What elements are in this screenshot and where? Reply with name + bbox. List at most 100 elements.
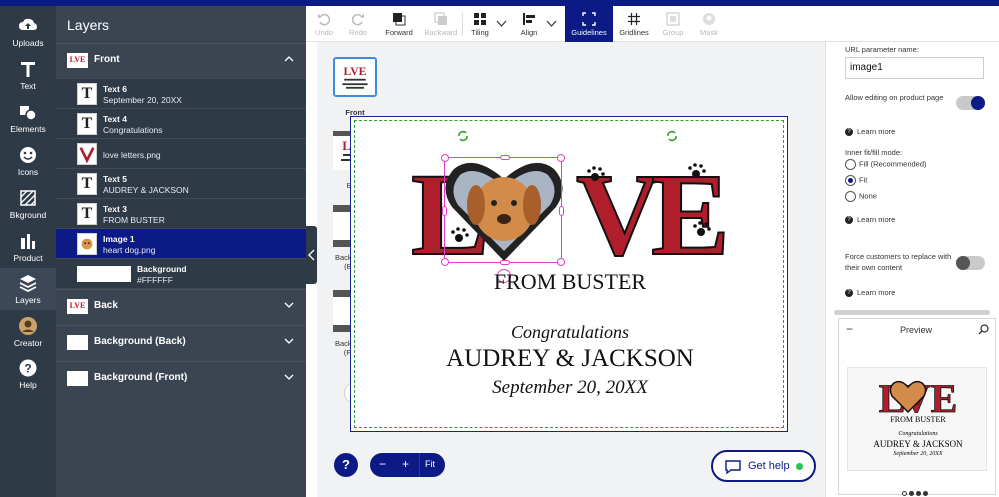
undo-button[interactable]: Undo (312, 6, 336, 42)
tool-label: Backward (424, 28, 458, 37)
resize-handle[interactable] (500, 260, 510, 265)
layer-content: #FFFFFF (137, 275, 173, 285)
layers-icon (19, 275, 37, 293)
tiling-button[interactable]: Tiling (466, 6, 494, 42)
zoom-controls: − + Fit (370, 453, 445, 477)
text-layer-icon: T (77, 83, 97, 105)
learn-more-link[interactable]: ? Learn more (845, 288, 895, 298)
refresh-icon (458, 130, 468, 142)
names-text[interactable]: AUDREY & JACKSON (351, 345, 789, 373)
tool-rail: Uploads Text Elements Icons Bkground Pro… (0, 6, 56, 497)
group-button[interactable]: Group (657, 6, 689, 42)
svg-text:LVE: LVE (344, 65, 367, 78)
zoom-out-button[interactable]: − (379, 457, 386, 471)
layer-text-6[interactable]: T Text 6 September 20, 20XX (56, 78, 306, 108)
learn-more-link[interactable]: ? Learn more (845, 127, 896, 137)
date-text[interactable]: September 20, 20XX (351, 377, 789, 399)
radio-fit[interactable]: Fit (845, 175, 867, 186)
layer-image-1[interactable]: Image 1 heart dog.png (56, 228, 306, 258)
resize-handle[interactable] (500, 155, 510, 160)
resize-handle[interactable] (557, 154, 565, 162)
page-thumb-front[interactable]: LVE (333, 57, 377, 97)
rail-text[interactable]: Text (0, 59, 56, 99)
pager-dot[interactable] (902, 491, 907, 496)
mask-icon (703, 13, 715, 25)
rail-elements[interactable]: Elements (0, 102, 56, 142)
image-layer-thumbnail (77, 143, 97, 165)
align-button[interactable]: Align (515, 6, 543, 42)
pager-dot[interactable] (923, 491, 928, 496)
layer-text-3[interactable]: T Text 3 FROM BUSTER (56, 198, 306, 228)
zoom-in-button[interactable]: + (402, 457, 409, 471)
redo-button[interactable]: Redo (346, 6, 370, 42)
layer-group-background-front[interactable]: Background (Front) (56, 361, 306, 395)
panel-scrollbar[interactable] (834, 310, 990, 315)
radio-none[interactable]: None (845, 191, 877, 202)
design-card[interactable]: L V E FROM BUSTER Congratulations AUDREY… (350, 116, 788, 432)
radio-fill[interactable]: Fill (Recommended) (845, 159, 927, 170)
group-icon (666, 12, 680, 26)
learn-more-label: Learn more (857, 127, 896, 136)
rail-help[interactable]: ? Help (0, 358, 56, 398)
get-help-button[interactable]: Get help (711, 450, 816, 482)
learn-more-link[interactable]: ? Learn more (845, 215, 895, 225)
help-button[interactable]: ? (334, 453, 358, 477)
resize-handle[interactable] (442, 206, 447, 216)
layer-name: Image 1 (103, 234, 135, 244)
layer-love-letters[interactable]: love letters.png (56, 138, 306, 168)
tiling-dropdown-chevron-icon[interactable] (496, 20, 507, 28)
collapse-panel-handle[interactable] (306, 226, 317, 284)
gridlines-button[interactable]: Gridlines (615, 6, 653, 42)
resize-handle[interactable] (559, 206, 564, 216)
preview-collapse-button[interactable]: − (846, 322, 853, 336)
backward-button[interactable]: Backward (422, 6, 460, 42)
rail-creator[interactable]: Creator (0, 316, 56, 356)
mask-button[interactable]: Mask (695, 6, 723, 42)
layer-group-back[interactable]: LVE Back (56, 289, 306, 323)
congratulations-text[interactable]: Congratulations (351, 322, 789, 343)
rail-uploads[interactable]: Uploads (0, 16, 56, 56)
svg-text:?: ? (24, 362, 31, 376)
layer-text-4[interactable]: T Text 4 Congratulations (56, 108, 306, 138)
search-icon[interactable] (978, 324, 989, 335)
force-replace-toggle[interactable] (956, 256, 985, 270)
tool-label: Gridlines (619, 28, 649, 37)
align-dropdown-chevron-icon[interactable] (546, 20, 557, 28)
help-icon: ? (845, 128, 853, 137)
inner-fit-label: Inner fit/fill mode: (845, 148, 903, 157)
rail-layers[interactable]: Layers (0, 268, 56, 310)
layer-name: Text 6 (103, 84, 127, 94)
layer-background[interactable]: Background #FFFFFF (56, 258, 306, 288)
background-swatch (77, 266, 131, 282)
layer-group-front[interactable]: LVE Front (56, 43, 306, 77)
layers-title: Layers (67, 17, 110, 33)
pager-dot[interactable] (916, 491, 921, 496)
refresh-icon (667, 130, 677, 142)
pager-dot[interactable] (909, 491, 914, 496)
chat-bubble-icon (725, 460, 741, 475)
layer-content: heart dog.png (103, 245, 156, 255)
forward-button[interactable]: Forward (382, 6, 416, 42)
url-param-input[interactable]: image1 (845, 57, 984, 79)
allow-editing-toggle[interactable] (956, 96, 985, 110)
tool-label: Guidelines (571, 28, 607, 37)
rail-background[interactable]: Bkground (0, 188, 56, 228)
layer-content: September 20, 20XX (103, 95, 182, 105)
rail-product[interactable]: Product (0, 231, 56, 271)
resize-handle[interactable] (441, 258, 449, 266)
allow-editing-label: Allow editing on product page (845, 93, 944, 102)
resize-handle[interactable] (441, 154, 449, 162)
layer-content: AUDREY & JACKSON (103, 185, 189, 195)
layer-name: Text 4 (103, 114, 127, 124)
resize-handle[interactable] (557, 258, 565, 266)
guidelines-button[interactable]: Guidelines (565, 6, 613, 42)
selection-box[interactable] (441, 154, 565, 283)
preview-pager[interactable] (902, 483, 930, 497)
preview-image[interactable]: LVE FROM BUSTER Congratulations AUDREY &… (847, 367, 987, 471)
background-front-thumbnail (67, 371, 88, 386)
layer-group-background-back[interactable]: Background (Back) (56, 325, 306, 359)
layer-text-5[interactable]: T Text 5 AUDREY & JACKSON (56, 168, 306, 198)
rail-icons[interactable]: Icons (0, 145, 56, 185)
zoom-fit-button[interactable]: Fit (425, 459, 435, 469)
from-buster-text[interactable]: FROM BUSTER (351, 269, 789, 295)
